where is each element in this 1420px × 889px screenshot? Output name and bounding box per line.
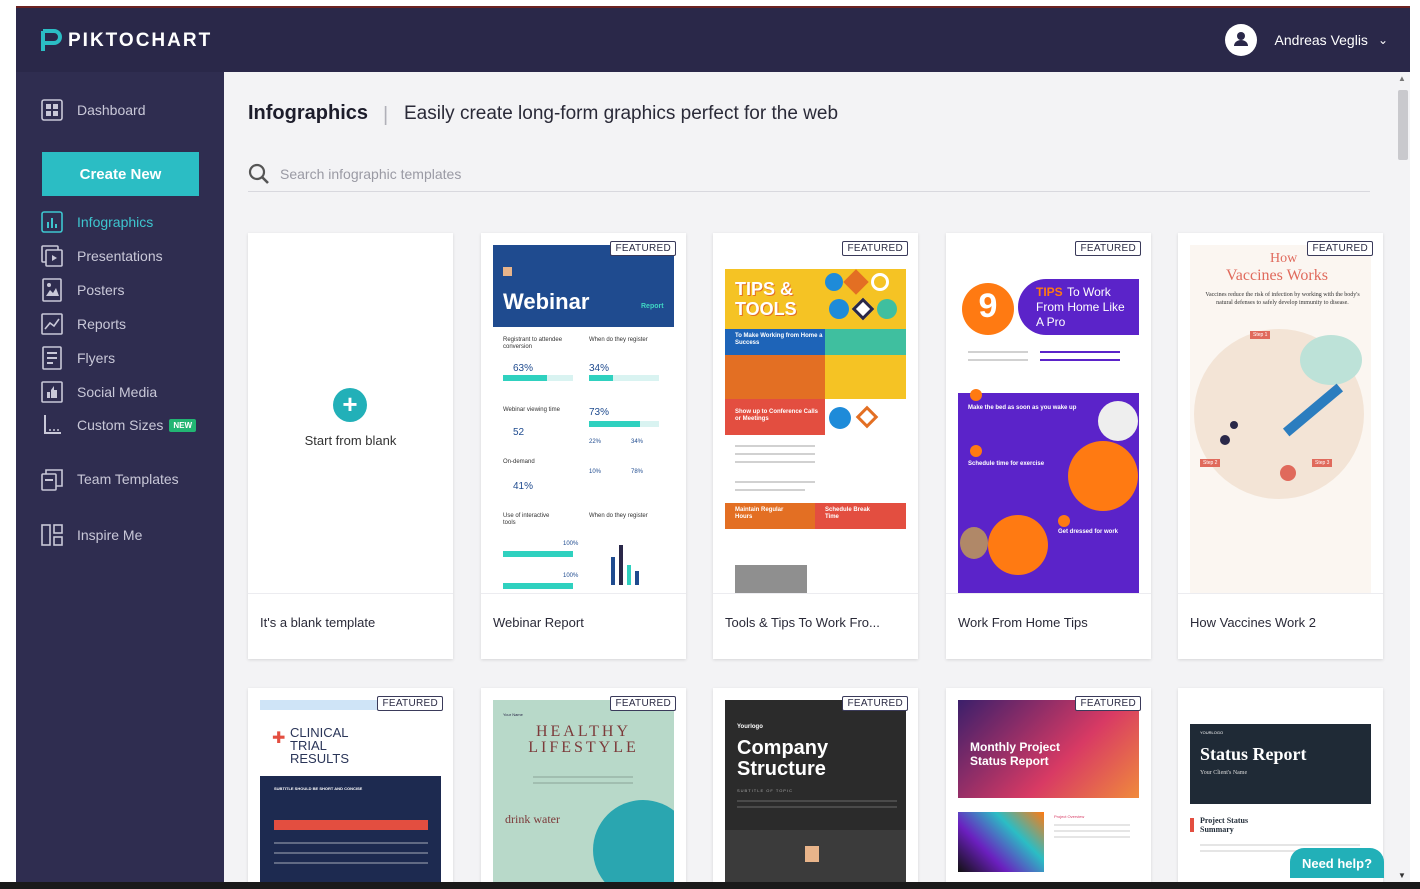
user-name[interactable]: Andreas Veglis: [1275, 32, 1368, 48]
start-from-blank-label[interactable]: Start from blank: [248, 433, 453, 448]
featured-badge: FEATURED: [377, 696, 443, 711]
featured-badge: FEATURED: [842, 696, 908, 711]
template-thumbnail: Yourlogo Company Structure SUBTITLE OF T…: [725, 700, 906, 882]
template-card-work-from-home[interactable]: 9 TIPS To Work From Home Like A Pro Make…: [946, 233, 1151, 659]
user-menu[interactable]: Andreas Veglis ⌄: [1224, 24, 1388, 56]
template-card-blank[interactable]: + Start from blank It's a blank template: [248, 233, 453, 659]
page-title: Infographics: [248, 102, 369, 124]
sidebar-item-posters[interactable]: Posters: [41, 277, 124, 303]
featured-badge: FEATURED: [1307, 241, 1373, 256]
template-thumbnail: 9 TIPS To Work From Home Like A Pro Make…: [958, 245, 1139, 593]
presentation-icon: [41, 244, 63, 268]
sidebar-item-label: Custom Sizes: [77, 417, 164, 433]
sidebar-item-label: Reports: [77, 316, 127, 332]
sidebar-item-label: Social Media: [77, 384, 158, 400]
sidebar-item-custom-sizes[interactable]: Custom Sizes NEW: [41, 412, 197, 438]
main-content: Infographics | Easily create long-form g…: [224, 72, 1396, 882]
team-templates-icon: [41, 467, 63, 491]
sidebar-item-reports[interactable]: Reports: [41, 311, 126, 337]
plus-icon[interactable]: +: [333, 388, 367, 422]
search-bar[interactable]: [248, 156, 1370, 192]
template-title: It's a blank template: [260, 615, 376, 630]
scroll-down-icon[interactable]: ▼: [1398, 871, 1406, 880]
sidebar-item-team-templates[interactable]: Team Templates: [41, 466, 179, 492]
template-thumbnail: How Vaccines Works Vaccines reduce the r…: [1190, 245, 1371, 593]
title-separator: |: [383, 104, 389, 126]
app-window: PIKTOCHART Andreas Veglis ⌄ Dashboard Cr…: [16, 8, 1410, 882]
poster-icon: [41, 278, 63, 302]
template-thumbnail: Webinar Report Registrant to attendee co…: [493, 245, 674, 593]
top-header: PIKTOCHART Andreas Veglis ⌄: [16, 8, 1410, 72]
sidebar-item-presentations[interactable]: Presentations: [41, 243, 163, 269]
need-help-button[interactable]: Need help?: [1290, 848, 1384, 878]
custom-size-icon: [41, 413, 63, 437]
window-bottom-edge: [0, 882, 1420, 889]
social-media-icon: [41, 380, 63, 404]
piktochart-logo[interactable]: PIKTOCHART: [40, 28, 212, 54]
template-title: Work From Home Tips: [958, 615, 1088, 630]
flyer-icon: [41, 346, 63, 370]
sidebar-item-social-media[interactable]: Social Media: [41, 379, 157, 405]
featured-badge: FEATURED: [1075, 241, 1141, 256]
page-subtitle: Easily create long-form graphics perfect…: [404, 103, 839, 124]
scroll-up-icon[interactable]: ▲: [1398, 74, 1406, 83]
template-title: Webinar Report: [493, 615, 584, 630]
sidebar-item-inspire-me[interactable]: Inspire Me: [41, 522, 142, 548]
infographic-icon: [41, 210, 63, 234]
logo-mark-icon: [40, 28, 62, 54]
template-thumbnail: Your Name HEALTHY LIFESTYLE drink water: [493, 700, 674, 882]
featured-badge: FEATURED: [610, 241, 676, 256]
sidebar-item-flyers[interactable]: Flyers: [41, 345, 115, 371]
chevron-down-icon[interactable]: ⌄: [1378, 33, 1388, 47]
report-icon: [41, 312, 63, 336]
template-card-how-vaccines-work[interactable]: How Vaccines Works Vaccines reduce the r…: [1178, 233, 1383, 659]
sidebar-item-dashboard[interactable]: Dashboard: [41, 97, 146, 123]
template-card-company-structure[interactable]: Yourlogo Company Structure SUBTITLE OF T…: [713, 688, 918, 882]
search-icon: [248, 163, 269, 184]
template-card-webinar-report[interactable]: Webinar Report Registrant to attendee co…: [481, 233, 686, 659]
user-avatar-icon[interactable]: [1224, 24, 1257, 56]
sidebar-item-infographics[interactable]: Infographics: [41, 209, 153, 235]
featured-badge: FEATURED: [610, 696, 676, 711]
dashboard-icon: [41, 98, 63, 122]
template-card-monthly-project-status[interactable]: Monthly Project Status Report Project Ov…: [946, 688, 1151, 882]
sidebar-item-label: Inspire Me: [77, 527, 143, 543]
scrollbar-thumb[interactable]: [1398, 90, 1408, 160]
main-scrollbar[interactable]: ▲ ▼: [1396, 72, 1410, 882]
featured-badge: FEATURED: [1075, 696, 1141, 711]
sidebar-item-label: Presentations: [77, 248, 163, 264]
window-top-edge: [0, 0, 1420, 8]
template-thumbnail: TIPS & TOOLS To Make Working from Home a…: [725, 245, 906, 593]
search-input[interactable]: [280, 165, 880, 182]
template-thumbnail: Monthly Project Status Report Project Ov…: [958, 700, 1139, 882]
sidebar-item-label: Posters: [77, 282, 125, 298]
sidebar-item-label: Team Templates: [77, 471, 179, 487]
template-card-clinical-trial[interactable]: ✚ CLINICAL TRIAL RESULTS SUBTITLE SHOULD…: [248, 688, 453, 882]
sidebar: Dashboard Create New Infographics Presen…: [16, 72, 224, 882]
template-thumbnail: ✚ CLINICAL TRIAL RESULTS SUBTITLE SHOULD…: [260, 700, 441, 882]
inspire-me-icon: [41, 523, 63, 547]
sidebar-item-label: Dashboard: [77, 102, 146, 118]
create-new-button[interactable]: Create New: [42, 152, 199, 196]
featured-badge: FEATURED: [842, 241, 908, 256]
sidebar-item-label: Infographics: [77, 214, 154, 230]
sidebar-item-label: Flyers: [77, 350, 116, 366]
new-badge: NEW: [169, 418, 197, 432]
template-title: Tools & Tips To Work Fro...: [725, 615, 880, 630]
template-card-tools-tips[interactable]: TIPS & TOOLS To Make Working from Home a…: [713, 233, 918, 659]
logo-text: PIKTOCHART: [68, 30, 213, 51]
template-card-healthy-lifestyle[interactable]: Your Name HEALTHY LIFESTYLE drink water …: [481, 688, 686, 882]
template-title: How Vaccines Work 2: [1190, 615, 1316, 630]
